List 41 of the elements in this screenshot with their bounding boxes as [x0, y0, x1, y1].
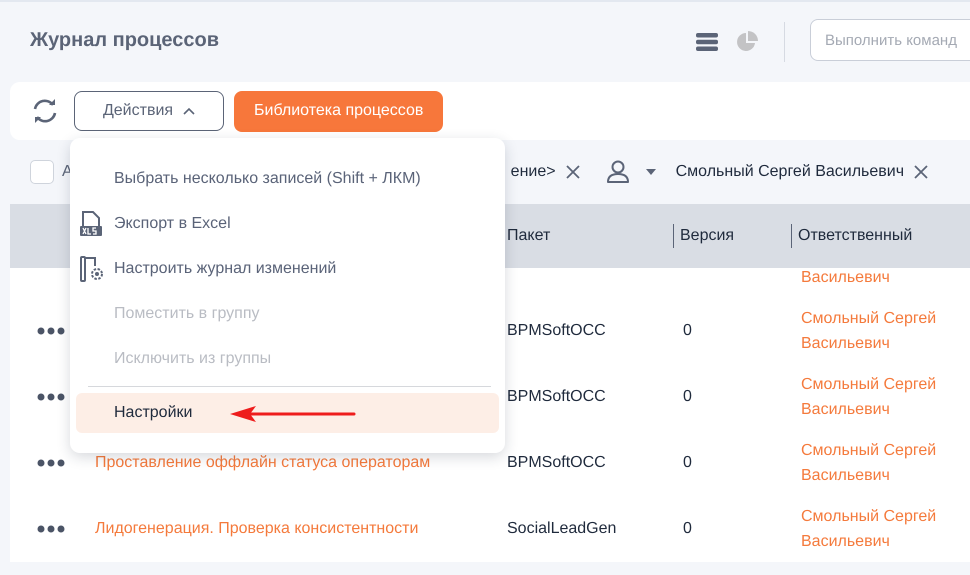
refresh-icon[interactable] [32, 99, 58, 123]
filter-value: ение> [510, 163, 556, 181]
table-cell-text: BPMSoftOCC [506, 454, 607, 472]
table-cell-text: 0 [682, 454, 693, 472]
column-header[interactable]: Ответственный [791, 224, 970, 248]
table-cell-text: 0 [682, 520, 693, 538]
table-cell-text: BPMSoftOCC [506, 388, 607, 406]
actions-button[interactable]: Действия [74, 91, 224, 131]
caret-icon [183, 107, 196, 115]
table-cell-text: 0 [682, 388, 693, 406]
close-icon[interactable] [914, 165, 928, 179]
table-cell-text: 0 [682, 322, 693, 340]
list-view-icon[interactable] [696, 33, 718, 51]
log-settings-icon [79, 256, 105, 282]
table-cell-text: SocialLeadGen [506, 520, 618, 538]
command-field[interactable]: Выполнить команд [810, 19, 970, 61]
more-icon[interactable] [37, 393, 65, 401]
page-title: Журнал процессов [30, 28, 220, 52]
table-cell-text: BPMSoftOCC [506, 322, 607, 340]
close-icon[interactable] [566, 165, 580, 179]
more-icon[interactable] [37, 525, 65, 533]
column-header[interactable]: Версия [673, 224, 791, 248]
process-link[interactable]: Проставление оффлайн статуса операторам [85, 454, 497, 472]
more-icon[interactable] [37, 459, 65, 467]
person-icon[interactable] [606, 160, 630, 184]
responsible-link[interactable]: Смольный Сергей Васильевич [791, 372, 970, 422]
more-icon[interactable] [37, 327, 65, 335]
menu-item[interactable]: Настроить журнал изменений [76, 246, 499, 291]
process-link[interactable]: Лидогенерация. Проверка консистентности [85, 520, 497, 538]
menu-item[interactable]: Выбрать несколько записей (Shift + ЛКМ) [76, 156, 499, 201]
filter-value: Смольный Сергей Васильевич [676, 163, 904, 181]
menu-item[interactable]: Настройки [76, 393, 499, 433]
select-all-checkbox[interactable] [30, 160, 54, 184]
caret-icon[interactable] [646, 169, 656, 175]
responsible-link[interactable]: Смольный Сергей Васильевич [791, 438, 970, 488]
responsible-link[interactable]: Васильевич [791, 265, 970, 290]
xls-file-icon [79, 210, 103, 236]
menu-item[interactable]: Экспорт в Excel [76, 201, 499, 246]
responsible-link[interactable]: Смольный Сергей Васильевич [791, 504, 970, 554]
process-library-button[interactable]: Библиотека процессов [234, 90, 444, 132]
responsible-link[interactable]: Смольный Сергей Васильевич [791, 306, 970, 356]
